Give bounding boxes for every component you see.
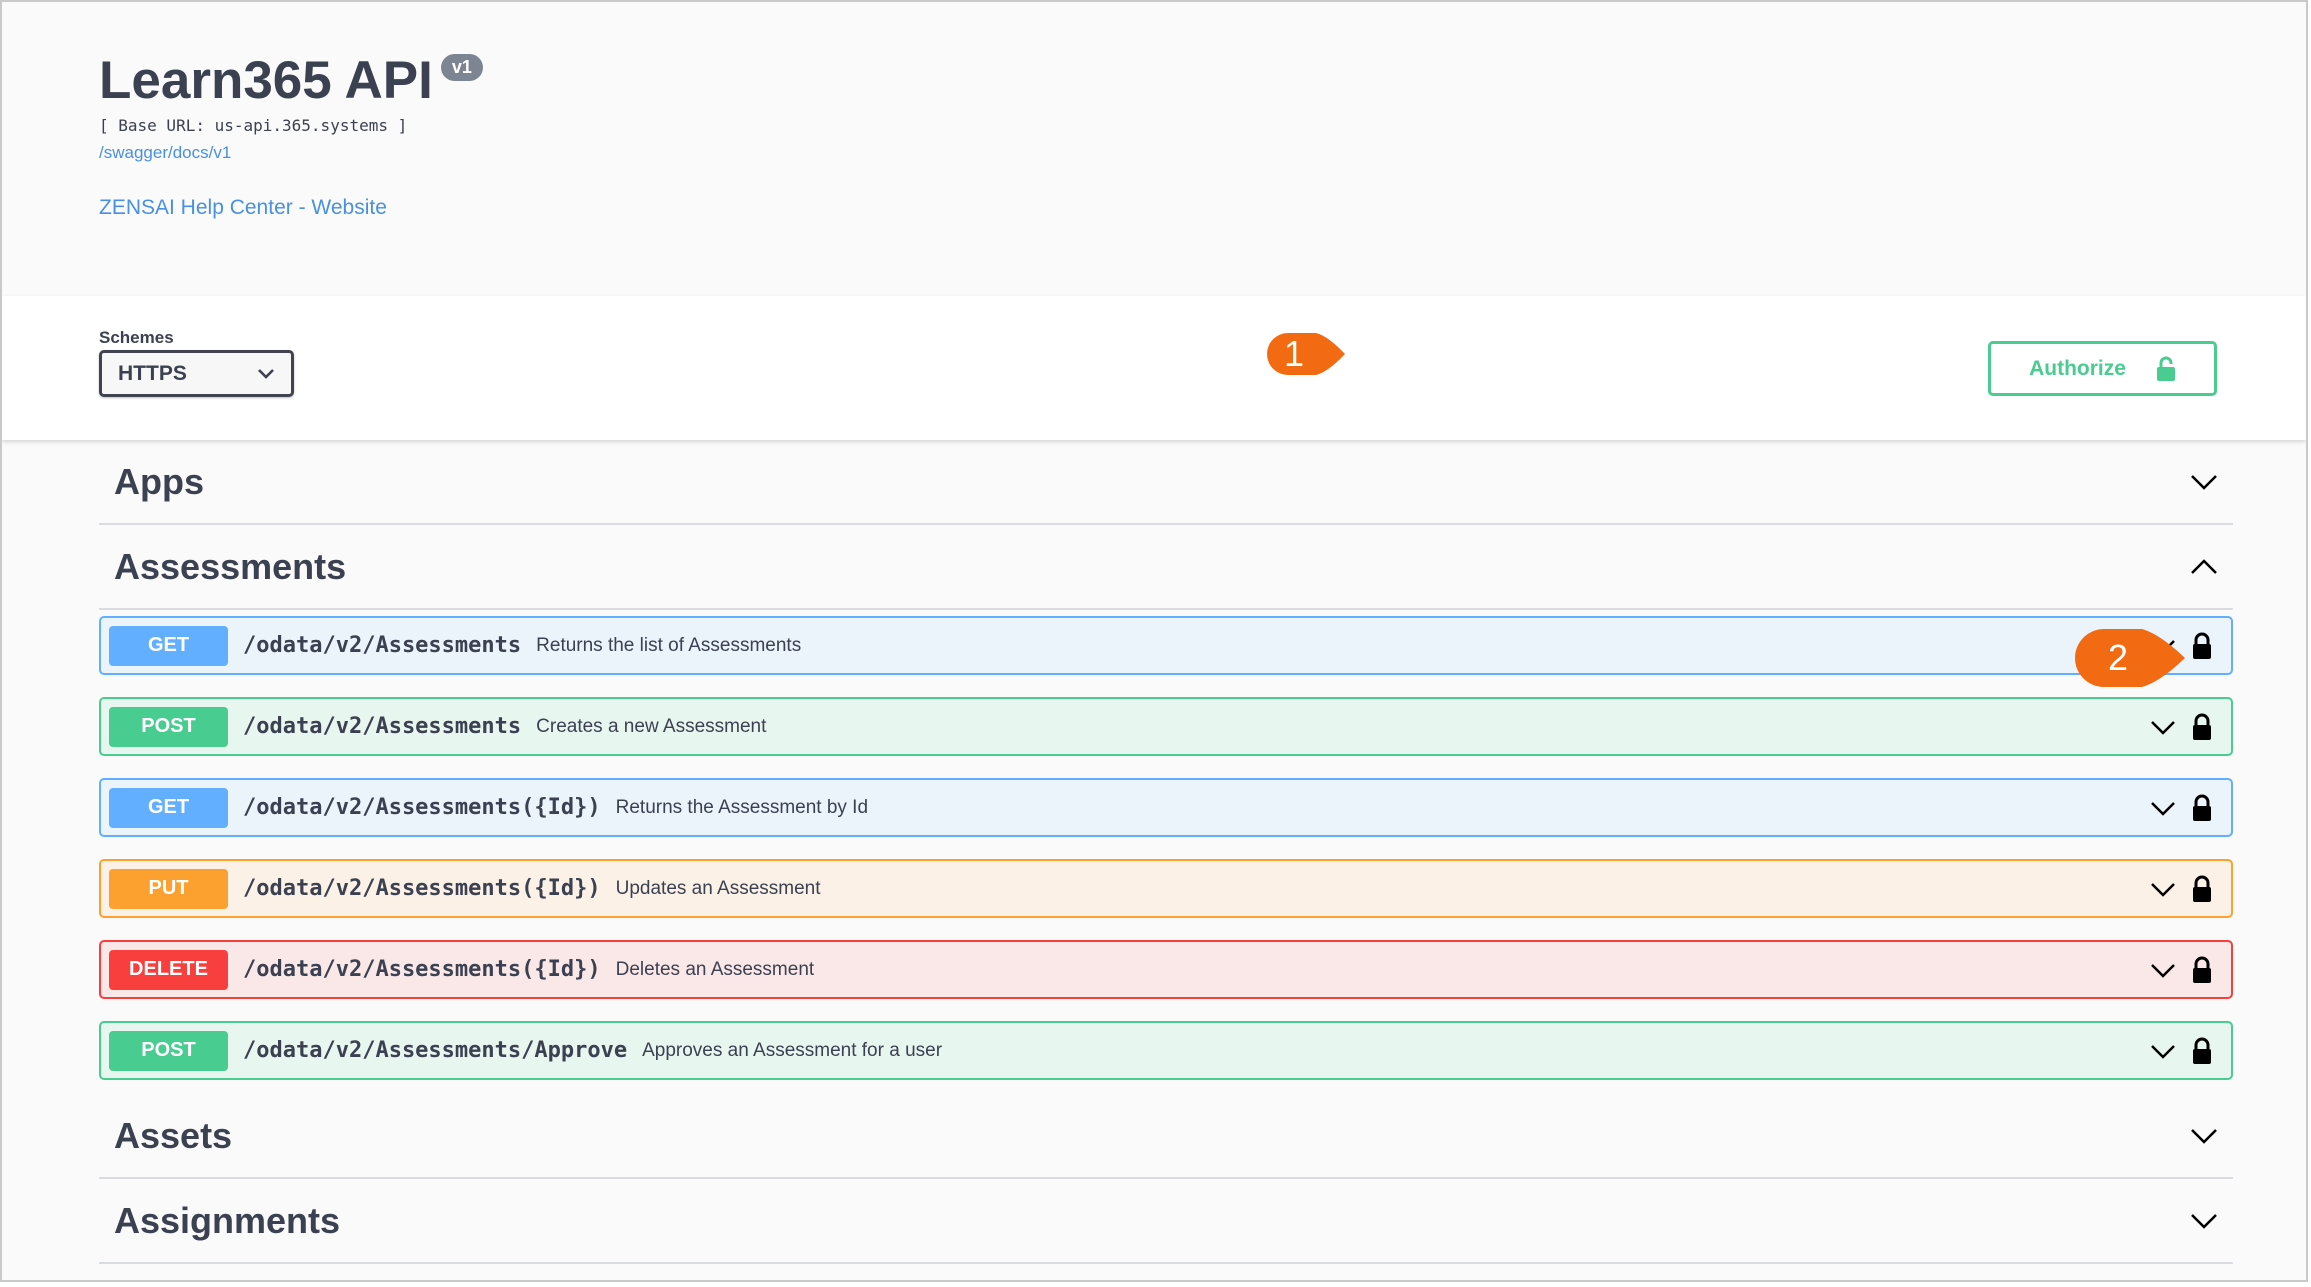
version-badge: v1	[440, 54, 483, 81]
operation-path: /odata/v2/Assessments({Id})	[243, 876, 601, 901]
unlock-icon	[2156, 356, 2175, 381]
swagger-page: Learn365 API v1 [ Base URL: us-api.365.s…	[0, 0, 2308, 1282]
api-title: Learn365 API	[99, 51, 433, 110]
method-badge: POST	[109, 1030, 228, 1071]
operation-get-assessments[interactable]: GET /odata/v2/Assessments Returns the li…	[99, 616, 2233, 675]
method-badge: PUT	[109, 868, 228, 909]
tag-title: Apps	[114, 460, 204, 502]
chevron-down-icon	[2191, 1213, 2217, 1229]
spec-link[interactable]: /swagger/docs/v1	[99, 143, 483, 163]
callout-marker-2: 2	[2074, 628, 2186, 688]
method-badge: GET	[109, 787, 228, 828]
operation-summary: Creates a new Assessment	[536, 715, 767, 737]
lock-icon[interactable]	[2191, 956, 2213, 984]
api-info: Learn365 API v1 [ Base URL: us-api.365.s…	[99, 50, 483, 220]
callout-number-2: 2	[2107, 637, 2129, 678]
operation-summary: Returns the Assessment by Id	[615, 796, 869, 818]
tag-assessments[interactable]: Assessments	[99, 525, 2233, 610]
title-row: Learn365 API v1	[99, 50, 483, 112]
chevron-down-icon	[2191, 1128, 2217, 1144]
chevron-down-icon	[258, 368, 274, 379]
base-url: [ Base URL: us-api.365.systems ]	[99, 116, 408, 135]
chevron-down-icon	[2151, 882, 2175, 897]
tag-title: Assignments	[114, 1199, 341, 1241]
tag-assignments[interactable]: Assignments	[99, 1179, 2233, 1264]
schemes-select[interactable]: HTTPS	[99, 350, 294, 397]
operation-summary: Updates an Assessment	[615, 877, 821, 899]
chevron-down-icon	[2151, 720, 2175, 735]
callout-marker-1: 1	[1266, 332, 1346, 376]
tag-title: Assessments	[114, 545, 347, 587]
operation-summary: Deletes an Assessment	[615, 958, 815, 980]
lock-icon[interactable]	[2191, 794, 2213, 822]
chevron-up-icon	[2191, 558, 2217, 574]
operation-path: /odata/v2/Assessments	[243, 714, 522, 739]
method-badge: GET	[109, 625, 228, 666]
operations-list: Apps Assessments GET /odata/v2/Assessmen…	[99, 440, 2233, 1264]
callout-number-1: 1	[1283, 333, 1305, 374]
operation-path: /odata/v2/Assessments	[243, 633, 522, 658]
chevron-down-icon	[2151, 1044, 2175, 1059]
schemes-selected-value: HTTPS	[118, 361, 187, 385]
tag-assets[interactable]: Assets	[99, 1094, 2233, 1179]
operation-path: /odata/v2/Assessments/Approve	[243, 1038, 628, 1063]
tag-title: Assets	[114, 1114, 233, 1156]
help-center-link[interactable]: ZENSAI Help Center - Website	[99, 196, 483, 220]
scheme-container: Schemes HTTPS Authorize 1	[2, 296, 2306, 440]
lock-icon[interactable]	[2191, 875, 2213, 903]
tag-apps[interactable]: Apps	[99, 440, 2233, 525]
operation-post-assessments[interactable]: POST /odata/v2/Assessments Creates a new…	[99, 697, 2233, 756]
lock-icon[interactable]	[2191, 713, 2213, 741]
schemes-label: Schemes	[99, 328, 174, 347]
operation-path: /odata/v2/Assessments({Id})	[243, 795, 601, 820]
method-badge: DELETE	[109, 949, 228, 990]
lock-icon[interactable]	[2191, 1037, 2213, 1065]
chevron-down-icon	[2151, 801, 2175, 816]
authorize-label: Authorize	[2029, 356, 2126, 380]
operation-summary: Returns the list of Assessments	[536, 634, 802, 656]
lock-icon[interactable]	[2191, 632, 2213, 660]
chevron-down-icon	[2191, 474, 2217, 490]
operation-summary: Approves an Assessment for a user	[642, 1039, 943, 1061]
authorize-button[interactable]: Authorize	[1988, 341, 2217, 396]
operation-delete-assessment[interactable]: DELETE /odata/v2/Assessments({Id}) Delet…	[99, 940, 2233, 999]
operation-path: /odata/v2/Assessments({Id})	[243, 957, 601, 982]
method-badge: POST	[109, 706, 228, 747]
operation-put-assessment[interactable]: PUT /odata/v2/Assessments({Id}) Updates …	[99, 859, 2233, 918]
assessments-operations: GET /odata/v2/Assessments Returns the li…	[99, 610, 2233, 1080]
chevron-down-icon	[2151, 963, 2175, 978]
operation-get-assessment-by-id[interactable]: GET /odata/v2/Assessments({Id}) Returns …	[99, 778, 2233, 837]
operation-post-assessment-approve[interactable]: POST /odata/v2/Assessments/Approve Appro…	[99, 1021, 2233, 1080]
